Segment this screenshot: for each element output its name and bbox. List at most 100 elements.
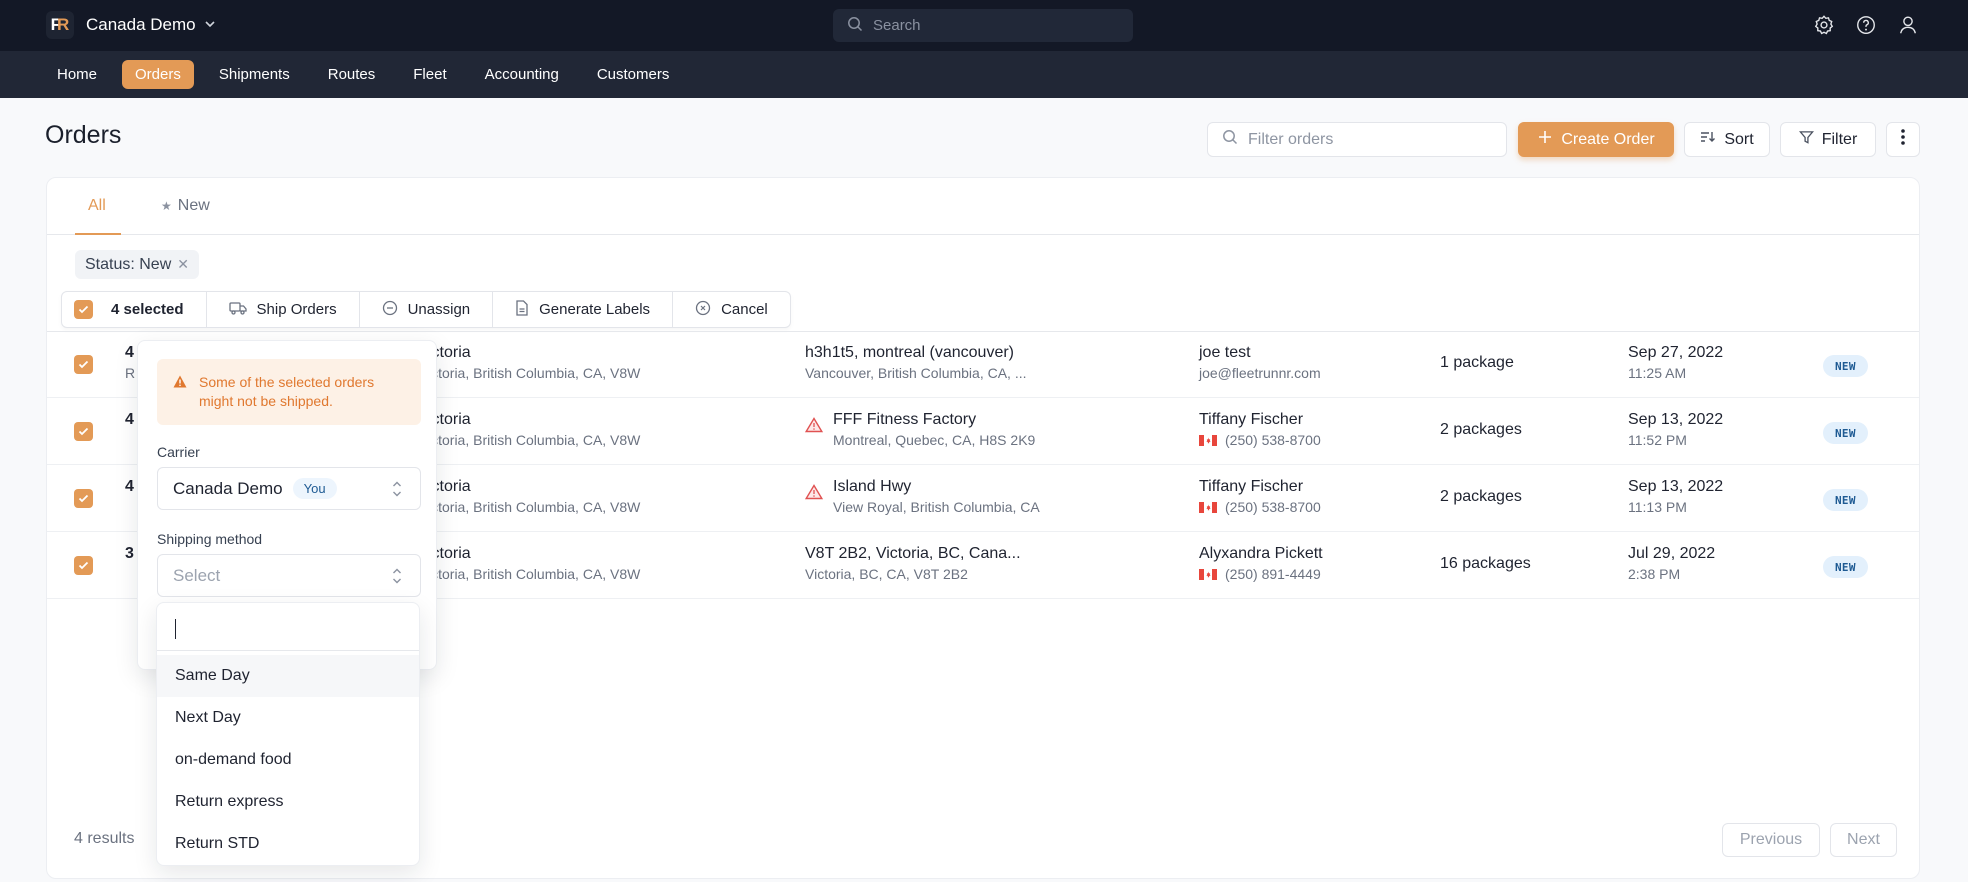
generate-labels-button[interactable]: Generate Labels xyxy=(493,292,674,327)
pickup-title: ictoria xyxy=(428,545,471,562)
ship-orders-button[interactable]: Ship Orders xyxy=(207,292,360,327)
pickup-address: ictoria, British Columbia, CA, V8W xyxy=(428,566,641,582)
dropoff-cell: V8T 2B2, Victoria, BC, Cana... Victoria, … xyxy=(805,545,1021,582)
global-search-input[interactable]: Search xyxy=(833,9,1133,42)
active-tab-indicator xyxy=(75,233,121,235)
user-icon[interactable] xyxy=(1896,13,1920,37)
customer-cell: Alyxandra Pickett (250) 891-4449 xyxy=(1199,545,1323,582)
shipping-method-placeholder: Select xyxy=(173,565,221,585)
shipping-warning-alert: Some of the selected orders might not be… xyxy=(157,359,421,425)
row-checkbox[interactable] xyxy=(74,489,93,508)
pickup-cell: ictoria ictoria, British Columbia, CA, V8… xyxy=(428,411,640,448)
top-bar: FR Canada Demo Search xyxy=(0,0,1968,51)
select-all-checkbox[interactable] xyxy=(74,300,93,319)
generate-labels-label: Generate Labels xyxy=(539,301,651,318)
customer-cell: joe test joe@fleetrunnr.com xyxy=(1199,344,1321,381)
nav-routes[interactable]: Routes xyxy=(315,60,389,89)
option-next-day[interactable]: Next Day xyxy=(157,697,419,739)
pickup-address: ictoria, British Columbia, CA, V8W xyxy=(428,499,641,515)
row-checkbox[interactable] xyxy=(74,422,93,441)
option-same-day[interactable]: Same Day xyxy=(157,655,419,697)
dropoff-cell: h3h1t5, montreal (vancouver) Vancouver, B… xyxy=(805,344,1027,381)
shipping-method-options: Same Day Next Day on-demand food Return … xyxy=(157,651,419,865)
option-return-express[interactable]: Return express xyxy=(157,781,419,823)
order-ref: R xyxy=(125,365,136,381)
packages-count: 2 packages xyxy=(1440,421,1522,438)
status-badge: NEW xyxy=(1823,556,1868,578)
date-cell: Sep 27, 2022 11:25 AM xyxy=(1628,344,1723,381)
canada-flag-icon xyxy=(1199,568,1217,580)
org-switcher[interactable]: FR Canada Demo xyxy=(46,11,216,39)
order-id-cell: 4R xyxy=(125,344,135,381)
nav-accounting[interactable]: Accounting xyxy=(472,60,572,89)
pickup-title: ictoria xyxy=(428,478,471,495)
filter-orders-placeholder: Filter orders xyxy=(1248,130,1334,148)
filter-orders-input[interactable]: Filter orders xyxy=(1207,122,1507,157)
dropoff-address: Vancouver, British Columbia, CA, ... xyxy=(805,365,1027,381)
order-id-cell: 4 xyxy=(125,478,134,499)
previous-page-button[interactable]: Previous xyxy=(1722,823,1820,857)
create-order-button[interactable]: Create Order xyxy=(1518,122,1674,157)
customer-contact: (250) 891-4449 xyxy=(1225,566,1321,582)
order-id: 4 xyxy=(125,411,134,428)
select-all[interactable]: 4 selected xyxy=(62,292,207,327)
nav-home[interactable]: Home xyxy=(44,60,110,89)
carrier-label: Carrier xyxy=(157,444,200,460)
pickup-cell: ictoria ictoria, British Columbia, CA, V8… xyxy=(428,545,640,582)
dropoff-title: FFF Fitness Factory xyxy=(833,411,977,428)
star-icon: ★ xyxy=(161,199,172,213)
option-on-demand-food[interactable]: on-demand food xyxy=(157,739,419,781)
orders-tabs: All ★ New xyxy=(47,178,1919,235)
ship-orders-label: Ship Orders xyxy=(256,301,337,318)
tab-new-label: New xyxy=(177,197,210,214)
chevron-down-icon xyxy=(204,19,216,31)
option-return-std[interactable]: Return STD xyxy=(157,823,419,865)
canada-flag-icon xyxy=(1199,501,1217,513)
date-cell: Sep 13, 2022 11:13 PM xyxy=(1628,478,1723,515)
sort-button[interactable]: Sort xyxy=(1684,122,1770,157)
status-badge: NEW xyxy=(1823,422,1868,444)
dropoff-address: View Royal, British Columbia, CA xyxy=(833,499,1040,515)
help-icon[interactable] xyxy=(1854,13,1878,37)
pickup-cell: ictoria ictoria, British Columbia, CA, V8… xyxy=(428,478,640,515)
carrier-select[interactable]: Canada Demo You xyxy=(157,467,421,510)
order-id: 4 xyxy=(125,478,134,495)
shipping-method-dropdown: Same Day Next Day on-demand food Return … xyxy=(156,602,420,866)
nav-customers[interactable]: Customers xyxy=(584,60,683,89)
row-checkbox[interactable] xyxy=(74,556,93,575)
filter-label: Filter xyxy=(1821,130,1858,148)
page-title: Orders xyxy=(45,121,122,149)
funnel-icon xyxy=(1798,130,1814,150)
order-date: Sep 13, 2022 xyxy=(1628,411,1724,428)
more-options-button[interactable] xyxy=(1886,122,1920,157)
gear-icon[interactable] xyxy=(1812,13,1836,37)
shipping-method-search-input[interactable] xyxy=(157,603,419,651)
nav-shipments[interactable]: Shipments xyxy=(206,60,303,89)
order-time: 11:13 PM xyxy=(1628,499,1687,515)
nav-orders[interactable]: Orders xyxy=(122,60,194,89)
kebab-icon xyxy=(1901,129,1905,150)
customer-name: joe test xyxy=(1199,344,1251,361)
warning-text: Some of the selected orders might not be… xyxy=(199,374,375,409)
cancel-orders-button[interactable]: Cancel xyxy=(673,292,790,327)
unassign-button[interactable]: Unassign xyxy=(360,292,494,327)
status-filter-chip[interactable]: Status: New ✕ xyxy=(75,250,199,279)
nav-fleet[interactable]: Fleet xyxy=(400,60,459,89)
close-icon[interactable]: ✕ xyxy=(177,256,189,273)
packages-count: 2 packages xyxy=(1440,488,1522,505)
you-badge: You xyxy=(292,478,337,499)
row-checkbox[interactable] xyxy=(74,355,93,374)
packages-count: 1 package xyxy=(1440,354,1514,371)
shipping-method-select[interactable]: Select xyxy=(157,554,421,597)
order-id-cell: 4 xyxy=(125,411,134,432)
bulk-action-bar: 4 selected Ship Orders Unassign Generate… xyxy=(61,291,791,328)
tab-new[interactable]: ★ New xyxy=(161,197,210,215)
order-time: 2:38 PM xyxy=(1628,566,1681,582)
select-arrows-icon xyxy=(392,480,402,503)
filter-button[interactable]: Filter xyxy=(1780,122,1876,157)
canada-flag-icon xyxy=(1199,434,1217,446)
order-date: Sep 27, 2022 xyxy=(1628,344,1724,361)
status-badge: NEW xyxy=(1823,489,1868,511)
next-page-button[interactable]: Next xyxy=(1830,823,1897,857)
tab-all[interactable]: All xyxy=(88,197,106,215)
